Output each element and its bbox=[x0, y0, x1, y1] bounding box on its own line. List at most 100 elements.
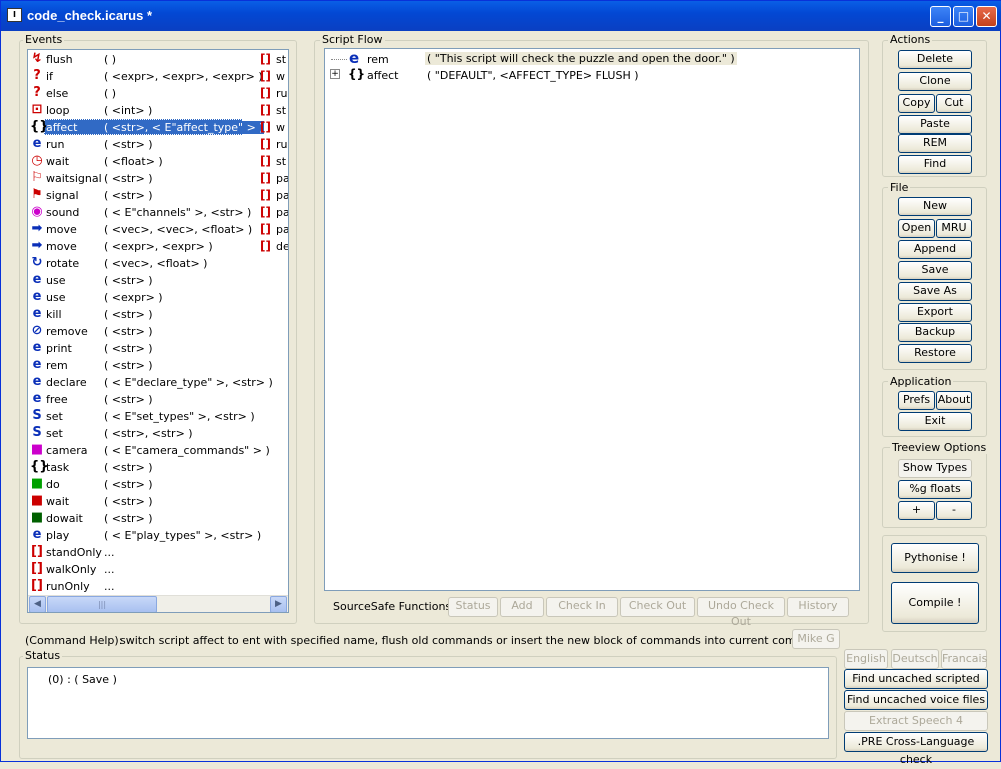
minimize-button[interactable]: _ bbox=[930, 6, 951, 27]
tree-node-rem[interactable]: e rem ( "This script will check the puzz… bbox=[329, 49, 737, 67]
script-flow-tree[interactable]: e rem ( "This script will check the puzz… bbox=[324, 48, 860, 591]
cut-button[interactable]: Cut bbox=[936, 94, 972, 113]
collapse-minus-button[interactable]: - bbox=[936, 501, 972, 520]
scroll-thumb[interactable]: ||| bbox=[47, 596, 157, 612]
event-item-runOnly[interactable]: [] runOnly... bbox=[30, 578, 288, 595]
clone-button[interactable]: Clone bbox=[898, 72, 972, 91]
event-item-col2[interactable]: [] w bbox=[260, 119, 288, 136]
event-item-wait[interactable]: ■ wait ( <str> ) bbox=[30, 493, 288, 510]
open-button[interactable]: Open bbox=[898, 219, 935, 238]
append-button[interactable]: Append bbox=[898, 240, 972, 259]
event-item-col2[interactable]: [] de bbox=[260, 238, 288, 255]
event-item-signal[interactable]: ⚑ signal ( <str> ) bbox=[30, 187, 288, 204]
event-item-col2[interactable]: [] st bbox=[260, 153, 288, 170]
ss-undo-checkout-button[interactable]: Undo Check Out bbox=[697, 597, 785, 628]
expand-plus-button[interactable]: + bbox=[898, 501, 935, 520]
command-help-text: switch script affect to ent with specifi… bbox=[120, 634, 833, 647]
prefs-button[interactable]: Prefs bbox=[898, 391, 935, 410]
event-item-kill[interactable]: e kill ( <str> ) bbox=[30, 306, 288, 323]
events-hscrollbar[interactable]: ◀ ||| ▶ bbox=[28, 595, 288, 612]
close-button[interactable]: ✕ bbox=[976, 6, 997, 27]
event-item-camera[interactable]: ■ camera ( < E"camera_commands" > ) bbox=[30, 442, 288, 459]
event-item-else[interactable]: ? else ( ) bbox=[30, 85, 288, 102]
scroll-left-icon[interactable]: ◀ bbox=[29, 596, 46, 612]
event-item-do[interactable]: ■ do ( <str> ) bbox=[30, 476, 288, 493]
event-item-rotate[interactable]: ↻ rotate ( <vec>, <float> ) bbox=[30, 255, 288, 272]
event-name: st bbox=[276, 53, 287, 66]
scroll-right-icon[interactable]: ▶ bbox=[270, 596, 287, 612]
event-item-wait[interactable]: ◷ wait ( <float> ) bbox=[30, 153, 288, 170]
mru-button[interactable]: MRU bbox=[936, 219, 972, 238]
events-list[interactable]: ↯ flush ( )? if ( <expr>, <expr>, <expr> )? e… bbox=[27, 49, 289, 613]
find-uncached-audio-button[interactable]: Find uncached scripted audio bbox=[844, 669, 988, 703]
new-button[interactable]: New bbox=[898, 197, 972, 216]
event-item-task[interactable]: {} task ( <str> ) bbox=[30, 459, 288, 476]
english-button[interactable]: English bbox=[844, 649, 888, 669]
event-item-affect[interactable]: {} affect ( <str>, < E"affect_type" > ) bbox=[30, 119, 288, 136]
ss-add-button[interactable]: Add bbox=[500, 597, 544, 617]
event-item-run[interactable]: e run ( <str> ) bbox=[30, 136, 288, 153]
event-item-remove[interactable]: ⊘ remove ( <str> ) bbox=[30, 323, 288, 340]
ss-checkin-button[interactable]: Check In bbox=[546, 597, 618, 617]
event-item-if[interactable]: ? if ( <expr>, <expr>, <expr> ) bbox=[30, 68, 288, 85]
event-item-standOnly[interactable]: [] standOnly... bbox=[30, 544, 288, 561]
event-item-sound[interactable]: ◉ sound ( < E"channels" >, <str> ) bbox=[30, 204, 288, 221]
rem-button[interactable]: REM bbox=[898, 134, 972, 153]
compile-button[interactable]: Compile ! bbox=[891, 582, 979, 624]
pre-cross-language-check-button[interactable]: .PRE Cross-Language check bbox=[844, 732, 988, 766]
event-item-col2[interactable]: [] st bbox=[260, 51, 288, 68]
export-button[interactable]: Export bbox=[898, 303, 972, 322]
event-item-flush[interactable]: ↯ flush ( ) bbox=[30, 51, 288, 68]
event-item-col2[interactable]: [] st bbox=[260, 102, 288, 119]
event-item-move[interactable]: ➡ move ( <expr>, <expr> ) bbox=[30, 238, 288, 255]
francais-button[interactable]: Francais bbox=[941, 649, 987, 669]
backup-button[interactable]: Backup bbox=[898, 323, 972, 342]
deutsch-button[interactable]: Deutsch bbox=[891, 649, 939, 669]
paste-button[interactable]: Paste bbox=[898, 115, 972, 134]
extract-speech-button[interactable]: Extract Speech 4 translation bbox=[844, 711, 988, 745]
event-item-col2[interactable]: [] pa bbox=[260, 170, 288, 187]
event-item-col2[interactable]: [] pa bbox=[260, 221, 288, 238]
event-item-dowait[interactable]: ■ dowait ( <str> ) bbox=[30, 510, 288, 527]
g-floats-button[interactable]: %g floats bbox=[898, 480, 972, 499]
event-item-col2[interactable]: [] w bbox=[260, 68, 288, 85]
exit-button[interactable]: Exit bbox=[898, 412, 972, 431]
save-as-button[interactable]: Save As bbox=[898, 282, 972, 301]
ss-history-button[interactable]: History bbox=[787, 597, 849, 617]
event-item-set[interactable]: Sset ( <str>, <str> ) bbox=[30, 425, 288, 442]
tree-node-affect[interactable]: + {} affect ( "DEFAULT", <AFFECT_TYPE> F… bbox=[329, 67, 699, 83]
event-item-set[interactable]: Sset ( < E"set_types" >, <str> ) bbox=[30, 408, 288, 425]
event-item-col2[interactable]: [] pa bbox=[260, 187, 288, 204]
maximize-button[interactable]: □ bbox=[953, 6, 974, 27]
save-button[interactable]: Save bbox=[898, 261, 972, 280]
event-item-col2[interactable]: [] pa bbox=[260, 204, 288, 221]
about-button[interactable]: About bbox=[936, 391, 972, 410]
restore-button[interactable]: Restore bbox=[898, 344, 972, 363]
delete-button[interactable]: Delete bbox=[898, 50, 972, 69]
status-log[interactable]: (0) : ( Save ) bbox=[27, 667, 829, 739]
ss-checkout-button[interactable]: Check Out bbox=[620, 597, 695, 617]
app-icon[interactable]: I bbox=[7, 8, 22, 22]
event-item-move[interactable]: ➡ move ( <vec>, <vec>, <float> ) bbox=[30, 221, 288, 238]
event-item-print[interactable]: e print ( <str> ) bbox=[30, 340, 288, 357]
event-item-col2[interactable]: [] ru bbox=[260, 136, 288, 153]
event-item-free[interactable]: e free ( <str> ) bbox=[30, 391, 288, 408]
event-item-declare[interactable]: e declare ( < E"declare_type" >, <str> ) bbox=[30, 374, 288, 391]
event-item-use[interactable]: e use ( <str> ) bbox=[30, 272, 288, 289]
event-item-loop[interactable]: ⊡ loop ( <int> ) bbox=[30, 102, 288, 119]
pythonise-button[interactable]: Pythonise ! bbox=[891, 543, 979, 573]
title-bar[interactable]: I code_check.icarus * _ □ ✕ bbox=[1, 1, 1001, 31]
find-button[interactable]: Find bbox=[898, 155, 972, 174]
event-item-rem[interactable]: e rem ( <str> ) bbox=[30, 357, 288, 374]
show-types-toggle[interactable]: Show Types bbox=[898, 459, 972, 478]
event-item-walkOnly[interactable]: [] walkOnly... bbox=[30, 561, 288, 578]
user-button[interactable]: Mike G bbox=[792, 629, 840, 649]
event-item-col2[interactable]: [] ru bbox=[260, 85, 288, 102]
copy-button[interactable]: Copy bbox=[898, 94, 935, 113]
event-item-play[interactable]: e play ( < E"play_types" >, <str> ) bbox=[30, 527, 288, 544]
event-item-use[interactable]: e use ( <expr> ) bbox=[30, 289, 288, 306]
find-uncached-voice-button[interactable]: Find uncached voice files bbox=[844, 690, 988, 710]
event-item-waitsignal[interactable]: ⚐ waitsignal( <str> ) bbox=[30, 170, 288, 187]
ss-status-button[interactable]: Status bbox=[448, 597, 498, 617]
expand-icon[interactable]: + bbox=[330, 69, 340, 79]
